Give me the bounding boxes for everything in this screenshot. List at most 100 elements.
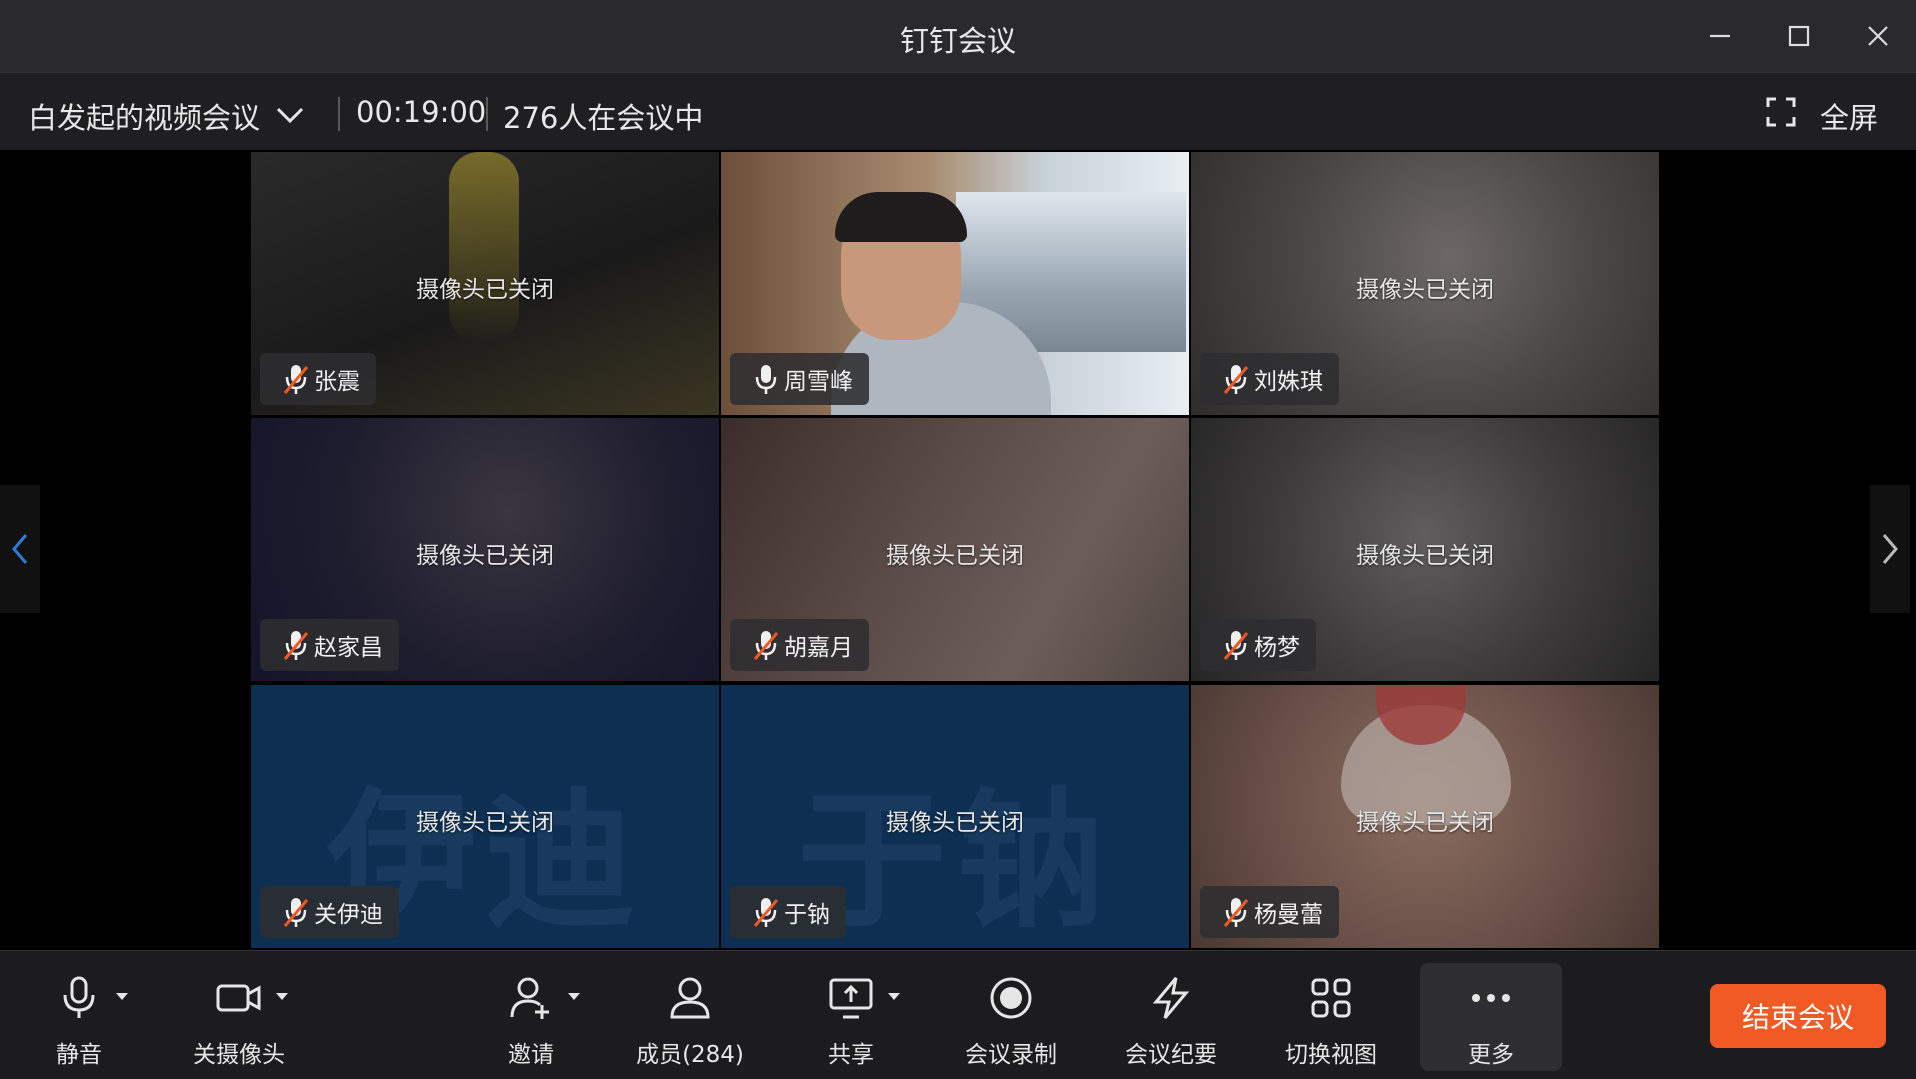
mic-muted-icon bbox=[753, 631, 779, 660]
mic-muted-icon bbox=[283, 631, 309, 660]
maximize-button[interactable] bbox=[1773, 14, 1825, 58]
close-icon bbox=[1868, 26, 1888, 46]
record-label: 会议录制 bbox=[965, 1042, 1057, 1068]
mic-muted-icon bbox=[1223, 898, 1249, 927]
video-tile[interactable]: 摄像头已关闭 胡嘉月 bbox=[721, 418, 1189, 681]
participant-name: 关伊迪 bbox=[314, 902, 383, 928]
divider bbox=[486, 97, 488, 131]
fullscreen-icon[interactable] bbox=[1766, 97, 1796, 127]
minutes-button[interactable]: 会议纪要 bbox=[1106, 965, 1236, 1069]
participant-nametag: 张震 bbox=[260, 353, 376, 405]
caret-down-icon[interactable] bbox=[888, 993, 900, 1000]
switch-view-button[interactable]: 切换视图 bbox=[1266, 965, 1396, 1069]
window-title: 钉钉会议 bbox=[899, 24, 1016, 58]
divider bbox=[338, 97, 340, 131]
caret-down-icon[interactable] bbox=[276, 993, 288, 1000]
minutes-label: 会议纪要 bbox=[1125, 1042, 1217, 1068]
mic-muted-icon bbox=[283, 898, 309, 927]
participant-name: 于钠 bbox=[784, 902, 830, 928]
participant-name: 胡嘉月 bbox=[784, 635, 853, 661]
video-grid: 摄像头已关闭 张震 周雪峰 摄像头已关闭 刘姝琪 摄像头已关闭 赵家昌 摄像头已… bbox=[251, 152, 1659, 948]
participant-nametag: 胡嘉月 bbox=[730, 619, 869, 671]
camera-off-label: 摄像头已关闭 bbox=[416, 543, 554, 569]
members-icon bbox=[670, 977, 710, 1019]
participant-name: 张震 bbox=[314, 369, 360, 395]
participant-count: 276人在会议中 bbox=[503, 101, 704, 135]
chevron-left-icon bbox=[12, 534, 28, 564]
participant-nametag: 于钠 bbox=[730, 886, 846, 938]
share-label: 共享 bbox=[828, 1042, 874, 1068]
camera-icon bbox=[216, 984, 261, 1012]
video-stage: 摄像头已关闭 张震 周雪峰 摄像头已关闭 刘姝琪 摄像头已关闭 赵家昌 摄像头已… bbox=[0, 150, 1916, 950]
participant-nametag: 杨曼蕾 bbox=[1200, 886, 1339, 938]
participant-nametag: 杨梦 bbox=[1200, 619, 1316, 671]
video-tile[interactable]: 伊迪 摄像头已关闭 关伊迪 bbox=[251, 685, 719, 948]
close-button[interactable] bbox=[1852, 14, 1904, 58]
participant-nametag: 关伊迪 bbox=[260, 886, 399, 938]
camera-label: 关摄像头 bbox=[193, 1042, 285, 1068]
video-tile[interactable]: 摄像头已关闭 杨曼蕾 bbox=[1191, 685, 1659, 948]
camera-off-label: 摄像头已关闭 bbox=[1356, 543, 1494, 569]
participant-nametag: 赵家昌 bbox=[260, 619, 399, 671]
mic-icon bbox=[755, 365, 777, 394]
video-tile[interactable]: 摄像头已关闭 赵家昌 bbox=[251, 418, 719, 681]
invite-button[interactable]: 邀请 bbox=[466, 965, 596, 1069]
meeting-timer: 00:19:00 bbox=[356, 95, 487, 129]
fullscreen-button[interactable]: 全屏 bbox=[1820, 95, 1878, 137]
grid-view-icon bbox=[1311, 978, 1351, 1018]
invite-label: 邀请 bbox=[508, 1042, 554, 1068]
more-dots-icon bbox=[1472, 994, 1510, 1002]
minimize-icon bbox=[1710, 34, 1730, 38]
chevron-right-icon bbox=[1882, 534, 1898, 564]
mic-muted-icon bbox=[1223, 365, 1249, 394]
camera-off-label: 摄像头已关闭 bbox=[1356, 277, 1494, 303]
meeting-toolbar: 静音 关摄像头 邀请 成员(284) 共享 会议录制 会议纪要 切换视图 更多 … bbox=[0, 950, 1916, 1079]
caret-down-icon[interactable] bbox=[568, 993, 580, 1000]
record-button[interactable]: 会议录制 bbox=[946, 965, 1076, 1069]
mute-button[interactable]: 静音 bbox=[14, 965, 144, 1069]
participant-name: 杨曼蕾 bbox=[1254, 902, 1323, 928]
chevron-down-icon[interactable] bbox=[272, 101, 308, 129]
camera-off-label: 摄像头已关闭 bbox=[416, 810, 554, 836]
members-label: 成员(284) bbox=[636, 1042, 744, 1068]
video-tile[interactable]: 摄像头已关闭 刘姝琪 bbox=[1191, 152, 1659, 415]
mic-muted-icon bbox=[1223, 631, 1249, 660]
camera-off-label: 摄像头已关闭 bbox=[1356, 810, 1494, 836]
minimize-button[interactable] bbox=[1694, 14, 1746, 58]
video-tile[interactable]: 摄像头已关闭 张震 bbox=[251, 152, 719, 415]
mic-muted-icon bbox=[753, 898, 779, 927]
camera-button[interactable]: 关摄像头 bbox=[174, 965, 304, 1069]
video-tile[interactable]: 于钠 摄像头已关闭 于钠 bbox=[721, 685, 1189, 948]
person-hair bbox=[835, 192, 967, 242]
meeting-name[interactable]: 白发起的视频会议 bbox=[28, 95, 260, 137]
camera-off-label: 摄像头已关闭 bbox=[416, 277, 554, 303]
add-user-icon bbox=[510, 977, 549, 1019]
camera-off-label: 摄像头已关闭 bbox=[886, 810, 1024, 836]
members-button[interactable]: 成员(284) bbox=[625, 965, 755, 1069]
more-button[interactable]: 更多 bbox=[1426, 965, 1556, 1069]
participant-nametag: 周雪峰 bbox=[730, 353, 869, 405]
participant-name: 刘姝琪 bbox=[1254, 369, 1323, 395]
end-meeting-button[interactable]: 结束会议 bbox=[1710, 984, 1886, 1048]
video-tile[interactable]: 摄像头已关闭 杨梦 bbox=[1191, 418, 1659, 681]
record-icon bbox=[990, 977, 1032, 1019]
caret-down-icon[interactable] bbox=[116, 993, 128, 1000]
prev-page-button[interactable] bbox=[0, 485, 40, 613]
video-tile[interactable]: 周雪峰 bbox=[721, 152, 1189, 415]
microphone-icon bbox=[63, 976, 95, 1018]
title-bar: 钉钉会议 bbox=[0, 0, 1916, 72]
share-button[interactable]: 共享 bbox=[786, 965, 916, 1069]
lightning-icon bbox=[1152, 977, 1190, 1019]
participant-name: 杨梦 bbox=[1254, 635, 1300, 661]
maximize-icon bbox=[1788, 25, 1810, 47]
more-label: 更多 bbox=[1468, 1042, 1514, 1068]
camera-off-label: 摄像头已关闭 bbox=[886, 543, 1024, 569]
share-screen-icon bbox=[829, 978, 873, 1019]
participant-name: 赵家昌 bbox=[314, 635, 383, 661]
participant-name: 周雪峰 bbox=[784, 369, 853, 395]
background-figure bbox=[449, 152, 519, 342]
participant-nametag: 刘姝琪 bbox=[1200, 353, 1339, 405]
mute-label: 静音 bbox=[56, 1042, 102, 1068]
next-page-button[interactable] bbox=[1870, 485, 1910, 613]
mic-muted-icon bbox=[283, 365, 309, 394]
